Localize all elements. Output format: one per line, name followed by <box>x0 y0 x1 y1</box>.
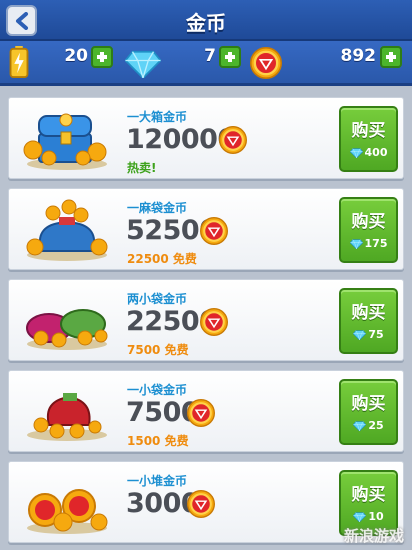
coin-sack-icon <box>26 199 108 261</box>
price: 400 <box>341 146 396 159</box>
coin-bag-icon <box>27 393 107 441</box>
pack-name: 两小袋金币 <box>127 292 188 306</box>
pack-name: 一大箱金币 <box>127 110 188 124</box>
price-value: 25 <box>368 419 384 432</box>
buy-button[interactable]: 购买 75 <box>339 288 398 354</box>
gem-icon <box>353 421 367 431</box>
price-value: 75 <box>368 328 384 341</box>
add-energy-button[interactable] <box>91 46 113 68</box>
two-coin-bags-icon <box>26 309 108 350</box>
pack-card-small-bag: 一小袋金币 7500 1500 免费 购买 25 <box>8 370 404 452</box>
bonus-label: 1500 免费 <box>127 434 189 448</box>
buy-button[interactable]: 购买 25 <box>339 379 398 445</box>
buy-button[interactable]: 购买 400 <box>339 106 398 172</box>
buy-label: 购买 <box>351 121 386 141</box>
buy-label: 购买 <box>351 212 386 232</box>
pack-name: 一小袋金币 <box>127 383 188 397</box>
price: 175 <box>341 237 396 250</box>
gem-icon <box>353 330 367 340</box>
add-gems-button[interactable] <box>219 46 241 68</box>
price: 75 <box>341 328 396 341</box>
gem-icon <box>349 148 363 158</box>
coin-pile-icon <box>27 489 108 534</box>
pack-name: 一麻袋金币 <box>127 201 188 215</box>
price-value: 10 <box>368 510 384 523</box>
bonus-label: 7500 免费 <box>127 343 189 357</box>
price-value: 400 <box>364 146 388 159</box>
gem-icon <box>353 512 367 522</box>
bonus-label: 22500 免费 <box>127 252 197 266</box>
price: 25 <box>341 419 396 432</box>
price-value: 175 <box>364 237 388 250</box>
coin-icon <box>219 126 247 154</box>
hot-sale-label: 热卖! <box>127 161 157 175</box>
pack-card-two-bags: 两小袋金币 22500 7500 免费 购买 75 <box>8 279 404 361</box>
coin-count: 892 <box>340 46 377 66</box>
gem-icon <box>349 239 363 249</box>
buy-label: 购买 <box>351 303 386 323</box>
price: 10 <box>341 510 396 523</box>
buy-button[interactable]: 购买 175 <box>339 197 398 263</box>
treasure-chest-icon <box>23 113 107 170</box>
battery-icon <box>9 46 29 78</box>
pack-card-chest: 一大箱金币 120000 热卖! 购买 400 <box>8 97 404 179</box>
page-title: 金币 <box>186 11 226 35</box>
coin-icon <box>187 399 215 427</box>
buy-label: 购买 <box>351 394 386 414</box>
coin-icon <box>200 308 228 336</box>
pack-name: 一小堆金币 <box>127 474 188 488</box>
coin-icon <box>250 47 282 79</box>
currency-bar: 20 7 892 <box>0 41 412 86</box>
top-bar: 金币 <box>0 0 412 41</box>
watermark: 新浪游戏 <box>343 527 404 545</box>
coin-icon <box>187 490 215 518</box>
gem-count: 7 <box>204 46 216 66</box>
coin-icon <box>200 217 228 245</box>
buy-label: 购买 <box>351 485 386 505</box>
add-coins-button[interactable] <box>380 46 402 68</box>
energy-count: 20 <box>64 46 88 66</box>
pack-card-sack: 一麻袋金币 52500 22500 免费 购买 175 <box>8 188 404 270</box>
gem-icon <box>125 50 161 78</box>
